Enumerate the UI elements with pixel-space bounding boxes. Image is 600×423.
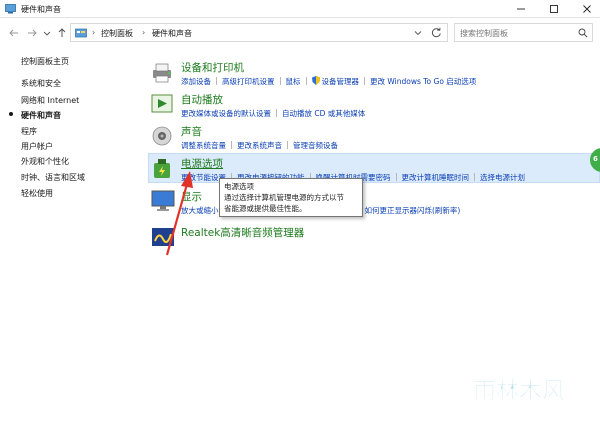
adjust-volume-link[interactable]: 调整系统音量 <box>181 141 226 150</box>
advanced-printer-setup-link[interactable]: 高级打印机设置 <box>222 77 275 86</box>
power-options-title[interactable]: 电源选项 <box>181 156 223 171</box>
watermark-logo: 雨林木风 www.YLMFU.com <box>473 377 566 417</box>
speaker-icon[interactable] <box>150 124 176 148</box>
breadcrumb-hardware-sound[interactable]: 硬件和声音 <box>152 28 192 39</box>
sound-title[interactable]: 声音 <box>181 124 202 139</box>
forward-arrow-icon[interactable] <box>26 27 38 39</box>
close-icon <box>582 5 591 13</box>
sidebar-item-hardware-sound[interactable]: 硬件和声音 <box>21 110 61 121</box>
navigation-bar: › 控制面板 › 硬件和声音 搜索控制面板 <box>0 19 600 46</box>
breadcrumb-separator: › <box>92 28 96 37</box>
add-device-link[interactable]: 添加设备 <box>181 77 211 86</box>
power-options-icon[interactable] <box>150 156 176 180</box>
recent-locations-chevron-icon[interactable] <box>43 27 51 39</box>
link-separator <box>216 77 217 85</box>
display-title[interactable]: 显示 <box>181 189 202 204</box>
tooltip-title: 电源选项 <box>224 182 254 191</box>
choose-power-plan-link[interactable]: 选择电源计划 <box>480 173 525 182</box>
autoplay-title[interactable]: 自动播放 <box>181 92 223 107</box>
minimize-icon <box>516 8 525 10</box>
change-system-sounds-link[interactable]: 更改系统声音 <box>237 141 282 150</box>
change-media-defaults-link[interactable]: 更改媒体或设备的默认设置 <box>181 109 271 118</box>
link-separator <box>231 141 232 149</box>
title-bar: 硬件和声音 <box>0 0 600 18</box>
breadcrumb-separator: › <box>142 28 146 37</box>
breadcrumb-control-panel[interactable]: 控制面板 <box>101 28 133 39</box>
sidebar: 控制面板主页 系统和安全 网络和 Internet 硬件和声音 程序 用户帐户 … <box>0 46 140 423</box>
display-icon[interactable] <box>150 189 176 213</box>
link-separator <box>279 77 281 85</box>
svg-text:www.YLMFU.com: www.YLMFU.com <box>486 407 562 417</box>
sidebar-item-appearance[interactable]: 外观和个性化 <box>21 156 69 167</box>
fix-monitor-flicker-link[interactable]: 如何更正显示器闪烁(刷新率) <box>365 206 461 215</box>
devices-printers-title[interactable]: 设备和打印机 <box>181 60 244 75</box>
control-panel-folder-icon <box>75 28 87 38</box>
control-panel-icon <box>5 4 16 14</box>
sidebar-item-ease-of-access[interactable]: 轻松使用 <box>21 188 53 199</box>
realtek-icon[interactable] <box>150 225 176 249</box>
search-icon[interactable] <box>578 28 588 38</box>
manage-audio-devices-link[interactable]: 管理音频设备 <box>293 141 338 150</box>
sidebar-item-control-panel-home[interactable]: 控制面板主页 <box>21 56 69 67</box>
autoplay-links: 更改媒体或设备的默认设置 自动播放 CD 或其他媒体 <box>181 108 365 119</box>
realtek-title[interactable]: Realtek高清晰音频管理器 <box>181 225 304 240</box>
uac-shield-icon <box>311 76 320 85</box>
sidebar-item-clock-region[interactable]: 时钟、语言和区域 <box>21 172 85 183</box>
zoom-in-out-link[interactable]: 放大或缩小 <box>181 206 219 215</box>
devices-links: 添加设备 高级打印机设置 鼠标 设备管理器 更改 Windows To Go 启动选项 <box>181 76 476 87</box>
up-arrow-icon[interactable] <box>56 27 68 39</box>
link-separator <box>364 77 365 85</box>
link-separator <box>287 141 288 149</box>
search-placeholder: 搜索控制面板 <box>460 29 508 38</box>
sidebar-item-system-security[interactable]: 系统和安全 <box>21 78 61 89</box>
link-separator <box>474 173 475 181</box>
link-separator <box>305 77 307 85</box>
search-box[interactable]: 搜索控制面板 <box>454 23 593 42</box>
windows-to-go-link[interactable]: 更改 Windows To Go 启动选项 <box>370 77 476 86</box>
sidebar-item-user-accounts[interactable]: 用户帐户 <box>21 141 53 152</box>
link-separator <box>395 173 397 181</box>
active-item-bullet <box>9 112 13 116</box>
device-manager-link[interactable]: 设备管理器 <box>322 77 360 86</box>
change-sleep-time-link[interactable]: 更改计算机睡眠时间 <box>402 173 470 182</box>
sidebar-item-network-internet[interactable]: 网络和 Internet <box>21 95 79 106</box>
mouse-link[interactable]: 鼠标 <box>286 77 301 86</box>
printer-icon[interactable] <box>150 60 176 84</box>
sound-links: 调整系统音量 更改系统声音 管理音频设备 <box>181 140 338 151</box>
refresh-icon[interactable] <box>431 27 442 38</box>
close-button[interactable] <box>570 0 600 18</box>
maximize-icon <box>549 5 558 13</box>
address-history-chevron-icon[interactable] <box>414 29 422 37</box>
tooltip-line-1: 通过选择计算机管理电源的方式以节 <box>224 193 344 202</box>
maximize-button[interactable] <box>537 0 570 18</box>
window-title: 硬件和声音 <box>21 5 61 14</box>
sidebar-item-programs[interactable]: 程序 <box>21 126 37 137</box>
svg-text:雨林木风: 雨林木风 <box>473 377 565 404</box>
back-arrow-icon[interactable] <box>8 27 20 39</box>
tooltip-line-2: 省能源或提供最佳性能。 <box>224 204 307 213</box>
power-options-tooltip: 电源选项 通过选择计算机管理电源的方式以节 省能源或提供最佳性能。 <box>219 178 363 217</box>
link-separator <box>276 109 277 117</box>
minimize-button[interactable] <box>504 0 537 18</box>
autoplay-icon[interactable] <box>150 92 176 116</box>
address-bar[interactable]: › 控制面板 › 硬件和声音 <box>70 23 448 42</box>
autoplay-cd-link[interactable]: 自动播放 CD 或其他媒体 <box>282 109 365 118</box>
